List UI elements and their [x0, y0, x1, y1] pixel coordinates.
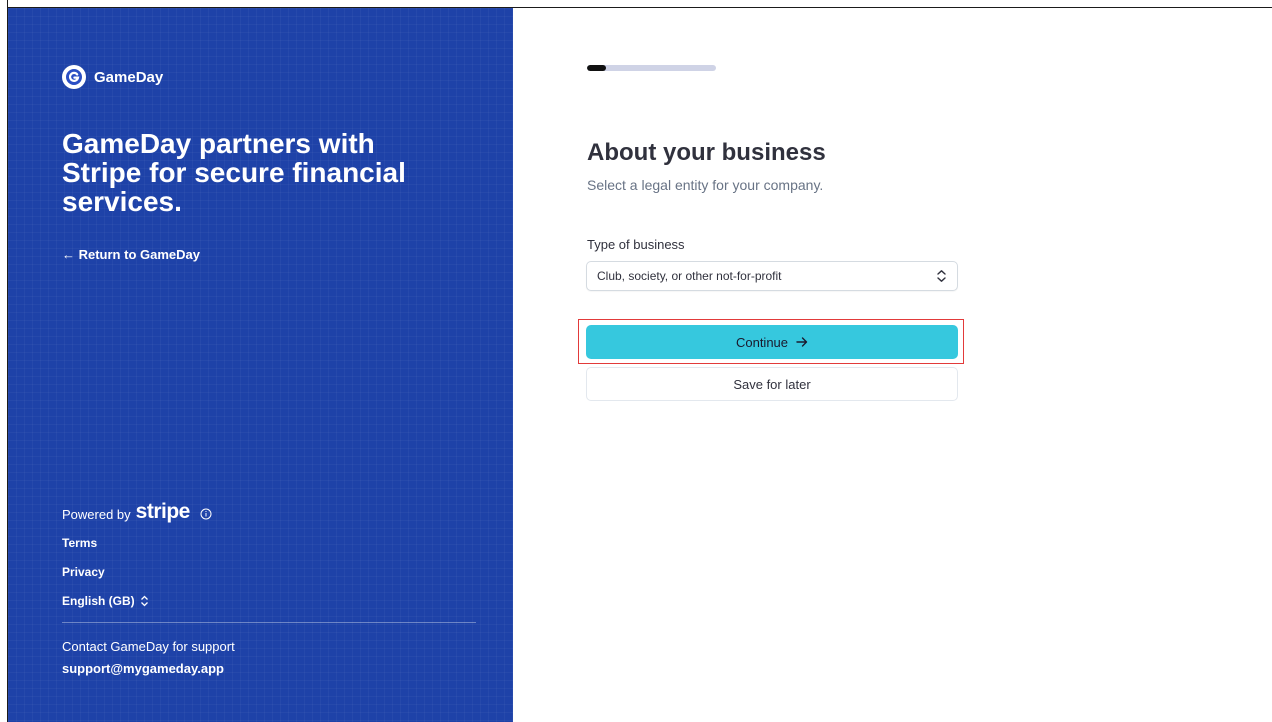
language-label: English (GB) [62, 594, 135, 608]
powered-by-stripe: Powered by stripe [62, 500, 212, 526]
save-for-later-label: Save for later [733, 376, 811, 392]
footer-divider [62, 622, 476, 623]
stripe-logo: stripe [135, 500, 191, 523]
chevron-updown-icon [140, 595, 148, 607]
window-left-edge [0, 0, 8, 722]
brand-name: GameDay [94, 68, 164, 86]
arrow-right-icon [796, 337, 808, 347]
continue-button[interactable]: Continue [586, 325, 958, 359]
window-top-edge [0, 0, 1272, 8]
privacy-link[interactable]: Privacy [62, 565, 105, 579]
business-type-select[interactable]: Club, society, or other not-for-profit [586, 261, 958, 291]
progress-bar [587, 65, 716, 71]
return-to-gameday-link[interactable]: ← Return to GameDay [62, 247, 200, 262]
left-panel: GameDay GameDay partners with Stripe for… [8, 8, 513, 722]
partner-headline: GameDay partners with Stripe for secure … [62, 128, 406, 217]
continue-label: Continue [735, 334, 789, 350]
support-email-link[interactable]: support@mygameday.app [62, 661, 224, 676]
brand: GameDay [62, 65, 163, 89]
business-type-value: Club, society, or other not-for-profit [597, 269, 782, 283]
language-selector[interactable]: English (GB) [62, 594, 149, 608]
business-type-label: Type of business [587, 237, 685, 252]
save-for-later-button[interactable]: Save for later [586, 367, 958, 401]
page-title: About your business [587, 139, 826, 166]
info-icon[interactable] [200, 508, 212, 520]
terms-link[interactable]: Terms [62, 536, 97, 550]
gameday-logo-icon [62, 65, 86, 89]
chevron-updown-icon [937, 270, 946, 282]
page-subtitle: Select a legal entity for your company. [587, 177, 824, 193]
support-text: Contact GameDay for support [62, 639, 235, 654]
powered-by-label: Powered by [62, 506, 131, 522]
progress-bar-fill [587, 65, 607, 71]
